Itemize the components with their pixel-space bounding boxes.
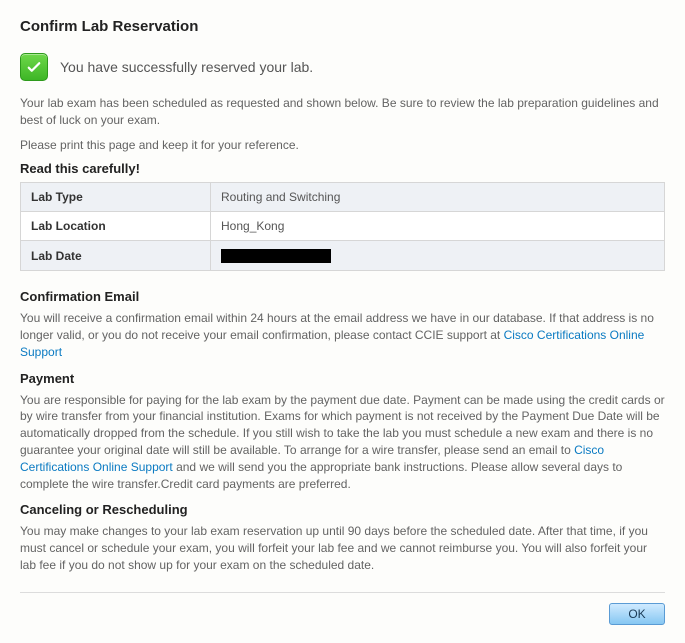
cancel-text: You may make changes to your lab exam re… <box>20 523 665 573</box>
detail-value: Hong_Kong <box>211 212 665 241</box>
cancel-heading: Canceling or Rescheduling <box>20 502 665 517</box>
confirmation-email-text: You will receive a confirmation email wi… <box>20 310 665 360</box>
success-banner: You have successfully reserved your lab. <box>20 53 665 81</box>
redacted-block <box>221 249 331 263</box>
intro-text-1: Your lab exam has been scheduled as requ… <box>20 95 665 129</box>
detail-value: Routing and Switching <box>211 183 665 212</box>
read-carefully-heading: Read this carefully! <box>20 161 665 176</box>
table-row: Lab Type Routing and Switching <box>21 183 665 212</box>
ok-button[interactable]: OK <box>609 603 665 625</box>
payment-text-before: You are responsible for paying for the l… <box>20 393 665 457</box>
dialog-footer: OK <box>20 592 665 625</box>
reservation-details-table: Lab Type Routing and Switching Lab Locat… <box>20 182 665 271</box>
table-row: Lab Date <box>21 241 665 271</box>
table-row: Lab Location Hong_Kong <box>21 212 665 241</box>
checkmark-icon <box>20 53 48 81</box>
detail-label: Lab Location <box>21 212 211 241</box>
detail-label: Lab Type <box>21 183 211 212</box>
intro-text-2: Please print this page and keep it for y… <box>20 137 665 154</box>
detail-value-redacted <box>211 241 665 271</box>
page-title: Confirm Lab Reservation <box>20 18 665 35</box>
detail-label: Lab Date <box>21 241 211 271</box>
success-message: You have successfully reserved your lab. <box>60 59 313 75</box>
payment-heading: Payment <box>20 371 665 386</box>
confirmation-email-heading: Confirmation Email <box>20 289 665 304</box>
payment-text: You are responsible for paying for the l… <box>20 392 665 493</box>
